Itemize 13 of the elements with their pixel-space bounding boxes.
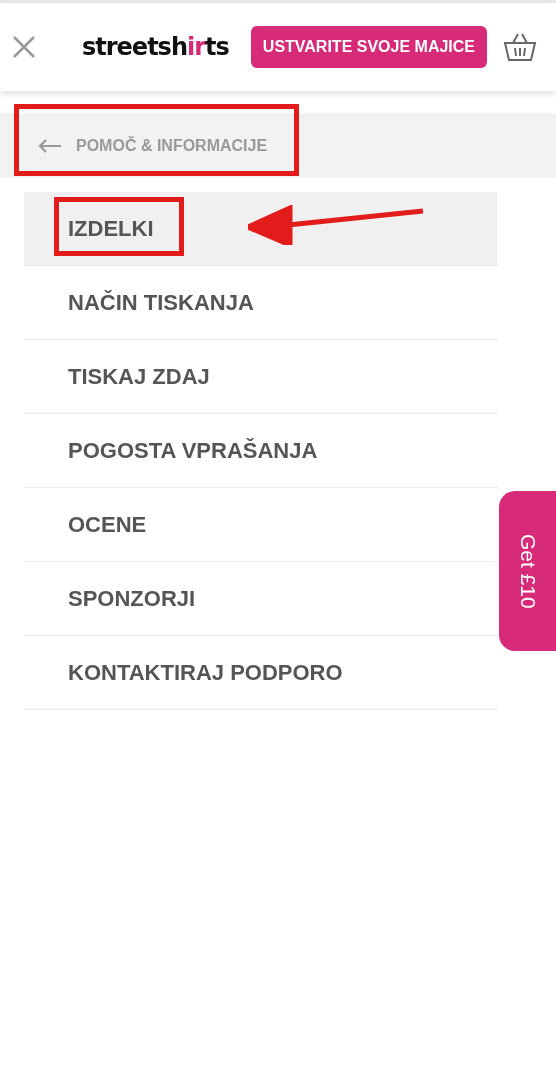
menu-item[interactable]: POGOSTA VPRAŠANJA	[24, 414, 497, 488]
back-arrow-icon[interactable]	[38, 138, 62, 153]
logo[interactable]: streetshirts	[82, 33, 229, 61]
menu-item[interactable]: OCENE	[24, 488, 497, 562]
reward-tab[interactable]: Get £10	[499, 491, 556, 651]
basket-icon[interactable]	[503, 31, 537, 63]
menu-item[interactable]: KONTAKTIRAJ PODPORO	[24, 636, 497, 710]
create-shirts-button[interactable]: USTVARITE SVOJE MAJICE	[250, 26, 487, 68]
menu-item[interactable]: NAČIN TISKANJA	[24, 266, 497, 340]
close-icon[interactable]	[12, 35, 36, 59]
menu-item[interactable]: TISKAJ ZDAJ	[24, 340, 497, 414]
menu-item[interactable]: SPONZORJI	[24, 562, 497, 636]
menu-item[interactable]: IZDELKI	[24, 192, 497, 266]
